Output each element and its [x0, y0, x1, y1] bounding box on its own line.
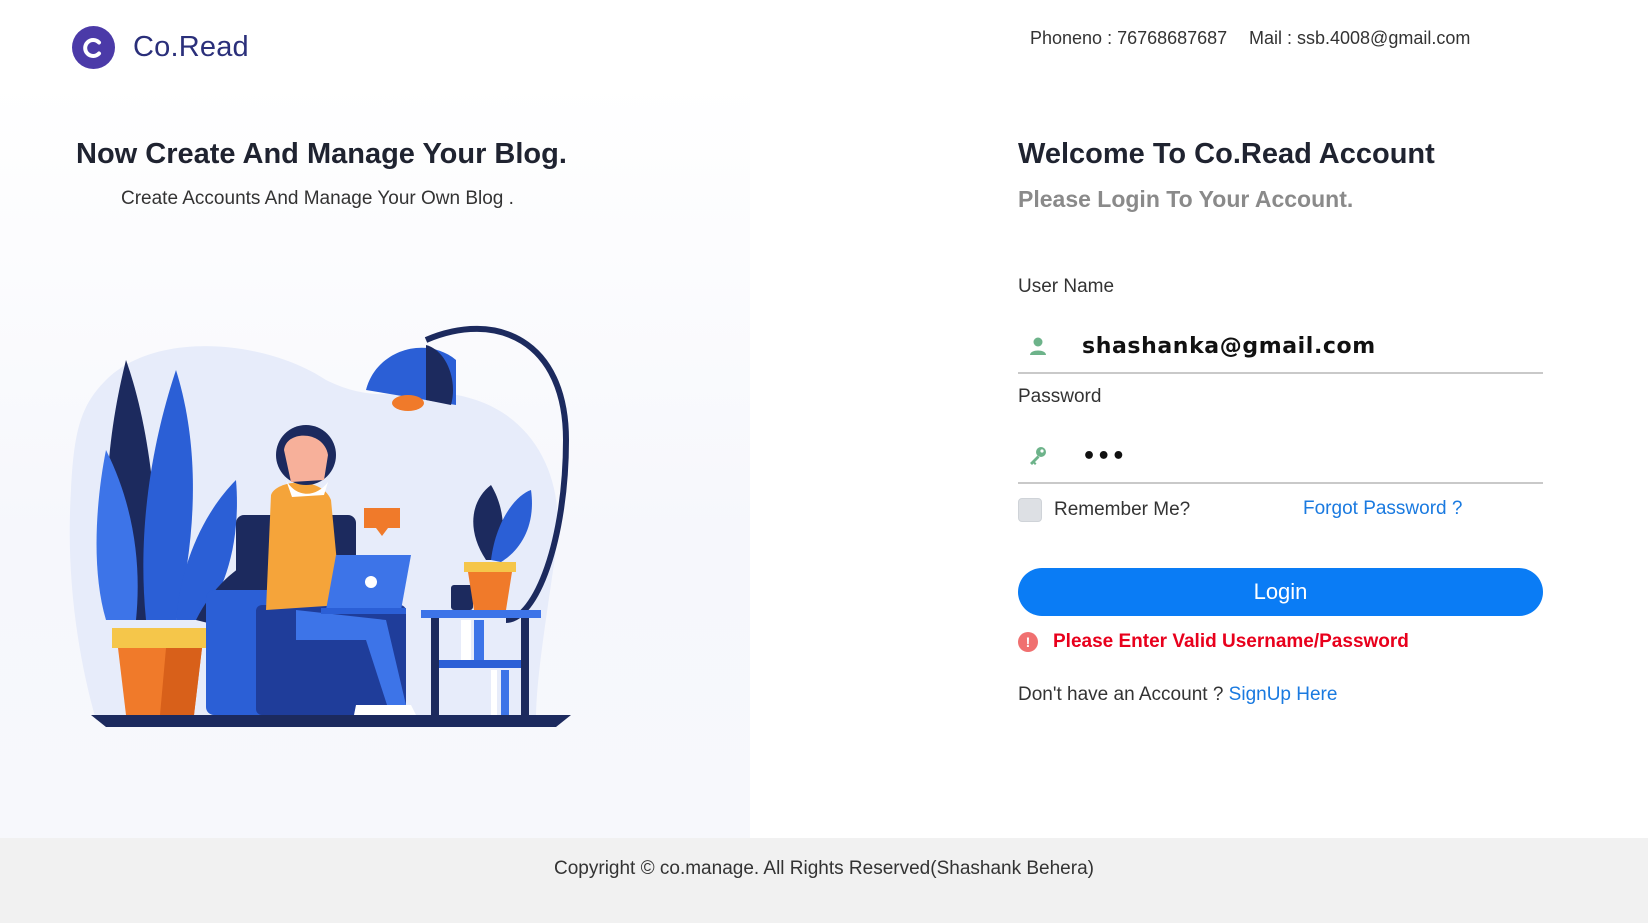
hero-title: Now Create And Manage Your Blog. — [76, 138, 567, 170]
header: Co.Read Phoneno : 76768687687 Mail : ssb… — [0, 0, 1648, 100]
footer: Copyright © co.manage. All Rights Reserv… — [0, 838, 1648, 923]
hero-subtitle: Create Accounts And Manage Your Own Blog… — [121, 188, 514, 209]
remember-checkbox[interactable] — [1018, 498, 1042, 522]
key-icon — [1022, 440, 1054, 472]
signup-prompt: Don't have an Account ? SignUp Here — [1018, 684, 1337, 706]
error-icon: ! — [1018, 632, 1038, 652]
login-button[interactable]: Login — [1018, 568, 1543, 616]
forgot-password-link[interactable]: Forgot Password ? — [1303, 498, 1462, 520]
remember-label: Remember Me? — [1054, 499, 1191, 520]
password-value[interactable]: ••• — [1082, 444, 1126, 469]
password-label: Password — [1018, 386, 1102, 407]
password-field[interactable]: ••• — [1018, 430, 1543, 484]
signup-link[interactable]: SignUp Here — [1229, 684, 1338, 705]
username-field[interactable]: shashanka@gmail.com — [1018, 320, 1543, 374]
copyright-text: Copyright © co.manage. All Rights Reserv… — [554, 858, 1094, 879]
error-text: Please Enter Valid Username/Password — [1053, 631, 1409, 652]
blogging-illustration — [69, 325, 571, 727]
remember-me[interactable]: Remember Me? — [1018, 498, 1190, 522]
brand-name: Co.Read — [133, 31, 249, 63]
logo-icon — [72, 26, 115, 69]
contact-phone: Phoneno : 76768687687 — [1030, 28, 1228, 48]
username-value[interactable]: shashanka@gmail.com — [1082, 334, 1376, 359]
error-message: ! Please Enter Valid Username/Password — [1018, 631, 1409, 653]
login-prompt: Please Login To Your Account. — [1018, 186, 1354, 212]
brand-logo[interactable]: Co.Read — [72, 26, 249, 69]
signup-prefix: Don't have an Account ? — [1018, 684, 1229, 705]
contact-mail: Mail : ssb.4008@gmail.com — [1249, 28, 1471, 48]
user-icon — [1022, 330, 1054, 362]
username-label: User Name — [1018, 276, 1115, 297]
welcome-heading: Welcome To Co.Read Account — [1018, 138, 1435, 170]
